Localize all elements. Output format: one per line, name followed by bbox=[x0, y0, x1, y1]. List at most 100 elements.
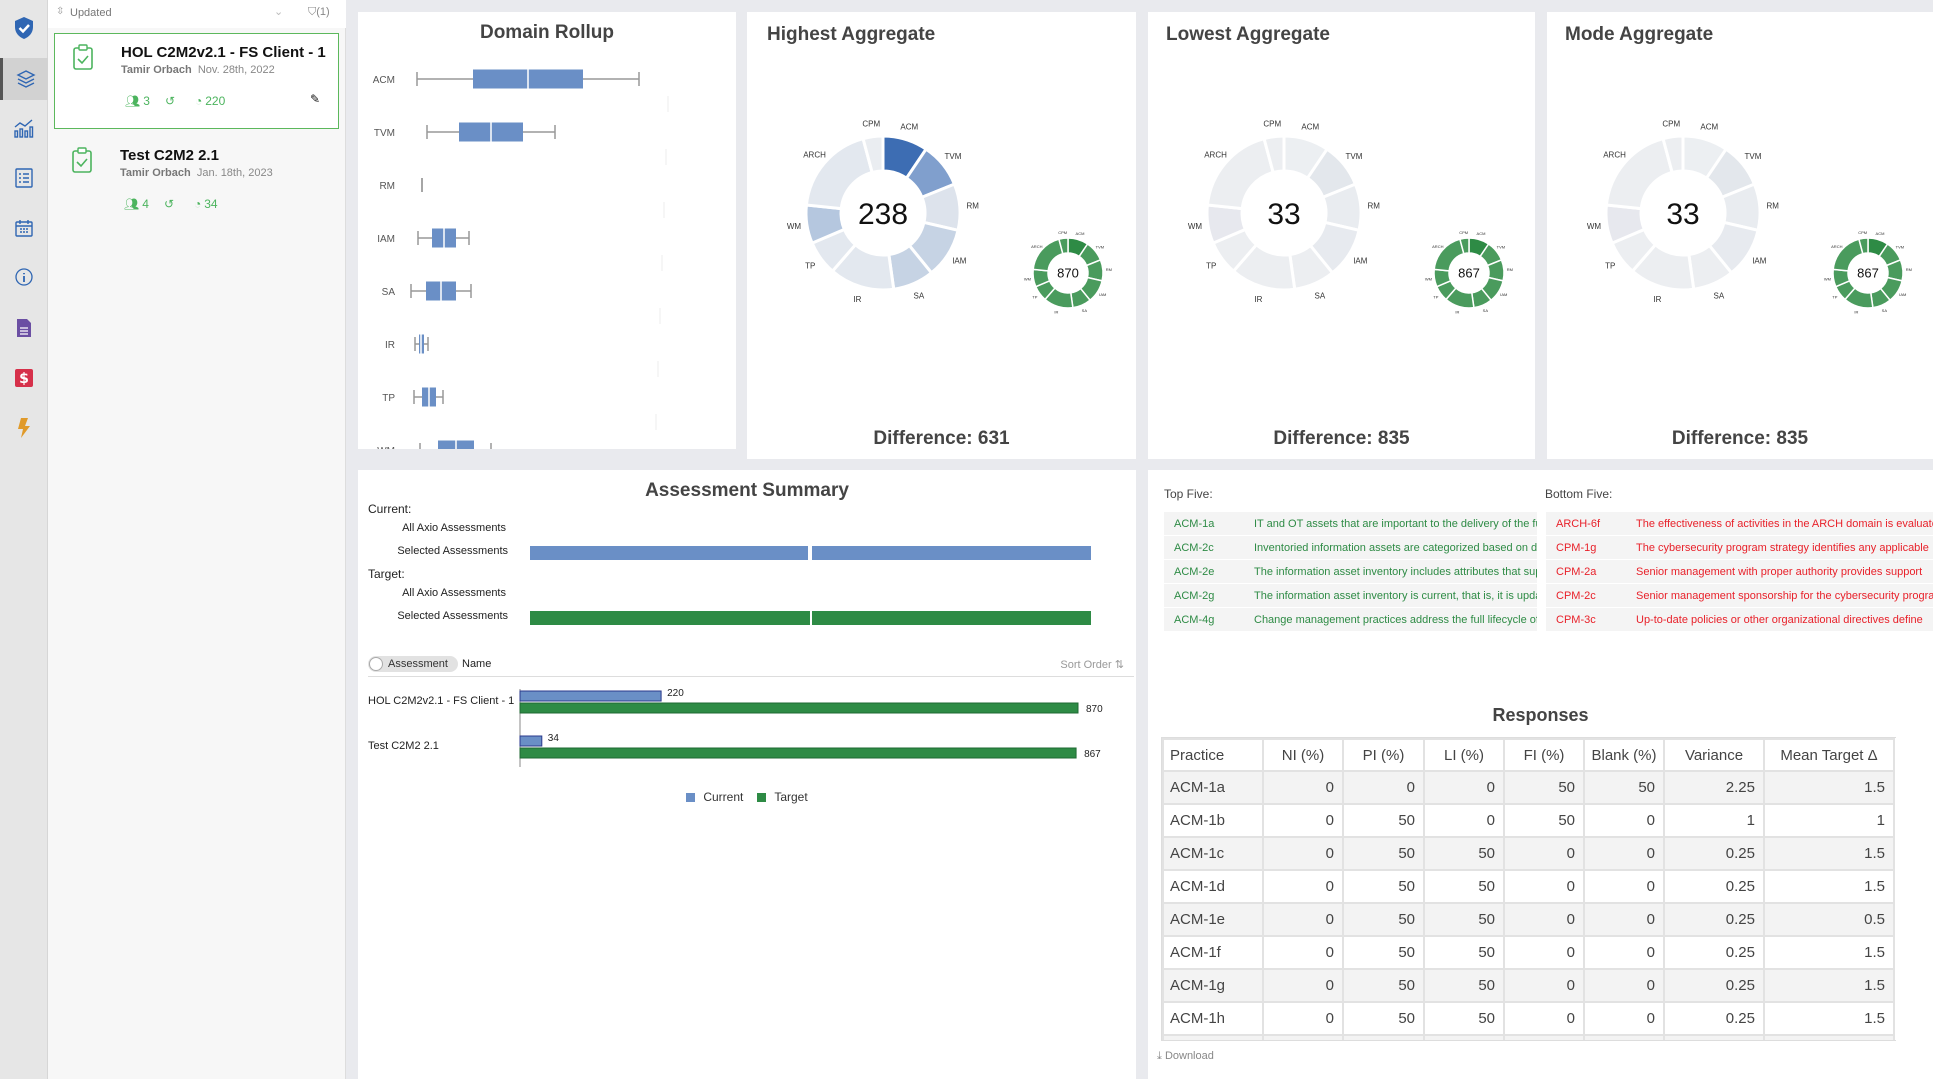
donut-label: IR bbox=[853, 295, 861, 304]
value-cell: 0 bbox=[1583, 803, 1665, 838]
practice-code: ARCH-6f bbox=[1546, 512, 1626, 535]
chart-legend: Current Target bbox=[358, 790, 1136, 804]
sort-icon[interactable]: ⇳ bbox=[56, 6, 64, 17]
assessment-card[interactable]: Test C2M2 2.1 Tamir Orbach Jan. 18th, 20… bbox=[54, 137, 339, 233]
donut-label: RM bbox=[1766, 202, 1779, 211]
donut-label: ACM bbox=[1876, 231, 1885, 236]
table-row: ACM-1h 0 50 50 0 0 0.25 1.5 bbox=[1162, 1001, 1895, 1036]
donut-label: SA bbox=[1082, 308, 1088, 313]
donut-label: WM bbox=[1824, 276, 1831, 281]
domain-rollup-boxplot: ACM TVM RM IAM SA IR TP WM bbox=[373, 69, 669, 449]
donut-label: SA bbox=[1882, 308, 1888, 313]
list-icon[interactable] bbox=[0, 158, 48, 198]
info-icon[interactable] bbox=[0, 257, 48, 297]
category-label: Test C2M2 2.1 bbox=[368, 740, 439, 752]
value-cell: 1.5 bbox=[1763, 770, 1895, 805]
column-header[interactable]: Practice bbox=[1162, 738, 1264, 772]
download-button[interactable]: ⤓ Download bbox=[1157, 1050, 1214, 1063]
category-label: WM bbox=[377, 446, 395, 449]
category-label: SA bbox=[382, 287, 396, 298]
author: Tamir Orbach bbox=[121, 64, 192, 76]
value-cell: 0.25 bbox=[1663, 836, 1765, 871]
column-header[interactable]: Blank (%) bbox=[1583, 738, 1665, 772]
sort-order-button[interactable]: Sort Order ⇅ bbox=[1060, 658, 1124, 671]
value-cell: 0 bbox=[1262, 836, 1344, 871]
value-cell: 0 bbox=[1583, 968, 1665, 1003]
value-cell: 0 bbox=[1583, 1034, 1665, 1040]
category-label: TP bbox=[382, 393, 395, 404]
donut-label: TP bbox=[1832, 294, 1837, 299]
value-cell: 50 bbox=[1423, 902, 1505, 937]
edit-pencil-icon[interactable]: ✎ bbox=[310, 92, 320, 106]
column-header[interactable]: LI (%) bbox=[1423, 738, 1505, 772]
donut-label: SA bbox=[914, 291, 925, 300]
category-label: IR bbox=[385, 340, 395, 351]
date: Jan. 18th, 2023 bbox=[196, 167, 273, 179]
value-cell: 1.5 bbox=[1763, 1001, 1895, 1036]
category-label: RM bbox=[379, 181, 395, 192]
chart-icon[interactable] bbox=[0, 108, 48, 148]
list-header: ⇳ Updated ⌄ ⛉(1) bbox=[48, 0, 346, 28]
practice-row: ARCH-6f The effectiveness of activities i… bbox=[1546, 512, 1933, 535]
bottom-five-table: ARCH-6f The effectiveness of activities i… bbox=[1546, 511, 1933, 632]
value-cell: 50 bbox=[1342, 1034, 1425, 1040]
sort-select[interactable]: Updated bbox=[70, 7, 112, 19]
donut-label: IR bbox=[1653, 295, 1661, 304]
practice-description: IT and OT assets that are important to t… bbox=[1244, 512, 1537, 535]
assessment-card[interactable]: HOL C2M2v2.1 - FS Client - 1 Tamir Orbac… bbox=[54, 33, 339, 129]
donut-label: CPM bbox=[862, 120, 880, 129]
donut-label: IR bbox=[1054, 310, 1058, 315]
bolt-icon[interactable] bbox=[0, 408, 48, 448]
column-header[interactable]: NI (%) bbox=[1262, 738, 1344, 772]
value-cell: 0 bbox=[1503, 1001, 1585, 1036]
column-header[interactable]: PI (%) bbox=[1342, 738, 1425, 772]
difference-label: Difference: 835 bbox=[1273, 428, 1410, 449]
value-cell: 50 bbox=[1503, 803, 1585, 838]
bar-current bbox=[519, 690, 662, 702]
data-label: 867 bbox=[1084, 749, 1101, 760]
column-header[interactable]: Variance bbox=[1663, 738, 1765, 772]
svg-text:$: $ bbox=[19, 371, 29, 387]
shield-check-icon[interactable] bbox=[0, 8, 48, 48]
layers-icon[interactable] bbox=[0, 58, 48, 100]
responses-table: Practice NI (%) PI (%) LI (%) FI (%) Blank (%… bbox=[1162, 738, 1895, 1040]
history-icon[interactable]: ↺ bbox=[164, 197, 174, 211]
value-cell: 0 bbox=[1262, 935, 1344, 970]
value-cell: 0 bbox=[1262, 902, 1344, 937]
assessment-toggle[interactable]: Assessment bbox=[368, 656, 458, 672]
column-header[interactable]: FI (%) bbox=[1503, 738, 1585, 772]
practice-row: ACM-1a IT and OT assets that are importan… bbox=[1164, 512, 1537, 535]
filter-count: (1) bbox=[316, 6, 330, 18]
clipboard-check-icon bbox=[72, 147, 92, 173]
chevron-down-icon[interactable]: ⌄ bbox=[274, 5, 283, 18]
assessment-meta: Tamir Orbach Nov. 28th, 2022 bbox=[121, 64, 275, 76]
donut-label: IR bbox=[1254, 295, 1262, 304]
value-cell: 0 bbox=[1262, 803, 1344, 838]
legend-label: Target bbox=[774, 790, 808, 804]
document-icon[interactable] bbox=[0, 308, 48, 348]
donut-label: TP bbox=[1433, 294, 1438, 299]
practice-cell: ACM-1b bbox=[1162, 803, 1264, 838]
responses-table-container[interactable]: Practice NI (%) PI (%) LI (%) FI (%) Blank (%… bbox=[1161, 737, 1896, 1041]
column-header[interactable]: Mean Target Δ bbox=[1763, 738, 1895, 772]
value-cell: 1.5 bbox=[1763, 869, 1895, 904]
calendar-icon[interactable] bbox=[0, 208, 48, 248]
practice-code: CPM-1g bbox=[1546, 536, 1626, 559]
selected-assessments-label: Selected Assessments bbox=[397, 610, 508, 622]
donut-label: TP bbox=[805, 262, 815, 271]
bar-current bbox=[519, 735, 543, 747]
history-icon[interactable]: ↺ bbox=[165, 94, 175, 108]
name-sort-label[interactable]: Name bbox=[462, 658, 491, 670]
donut-label: WM bbox=[787, 222, 802, 231]
practice-row: ACM-2c Inventoried information assets are… bbox=[1164, 536, 1537, 559]
current-label: Current: bbox=[368, 502, 412, 516]
value-cell: 0 bbox=[1503, 935, 1585, 970]
difference-label: Difference: 631 bbox=[873, 428, 1010, 449]
mode-aggregate-panel: Mode Aggregate ACM TVM RM IAM SA IR TP WM ARCH CP… bbox=[1547, 12, 1933, 459]
donut-segment-arch bbox=[1604, 136, 1674, 211]
filter-button[interactable]: ⛉(1) bbox=[308, 6, 330, 19]
dollar-icon[interactable]: $ bbox=[0, 358, 48, 398]
category-label: HOL C2M2v2.1 - FS Client - 1 bbox=[368, 695, 514, 707]
donut-label: TVM bbox=[1744, 152, 1761, 161]
value-cell: 50 bbox=[1503, 1034, 1585, 1040]
